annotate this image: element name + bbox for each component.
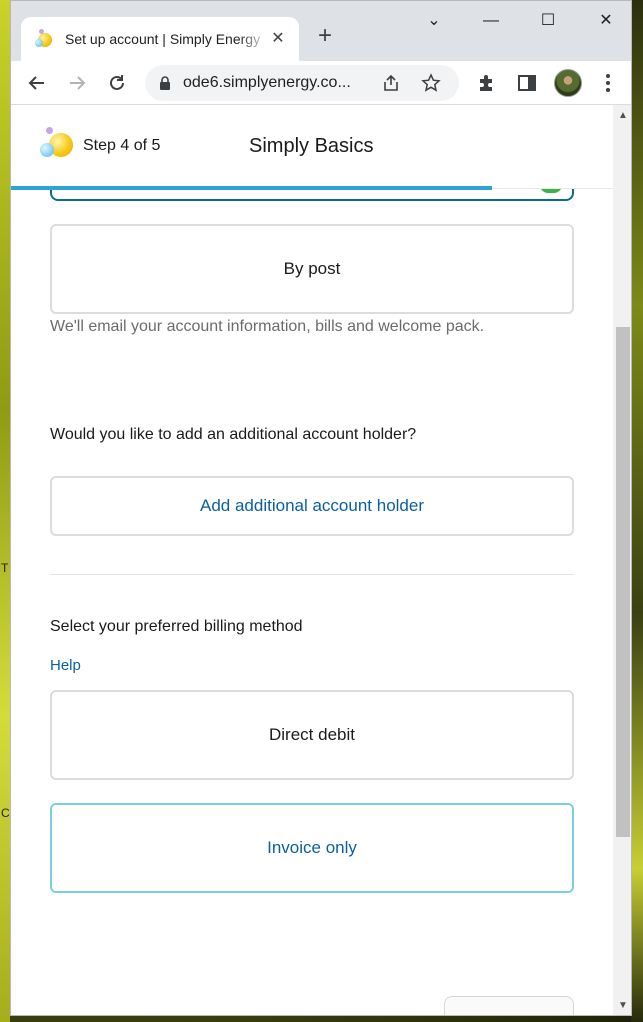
simply-energy-favicon-icon bbox=[35, 29, 55, 49]
direct-debit-option[interactable]: Direct debit bbox=[50, 690, 574, 780]
arrow-left-icon bbox=[28, 76, 44, 90]
scroll-down-icon[interactable]: ▼ bbox=[613, 997, 631, 1015]
page-viewport: By post We'll email your account informa… bbox=[11, 105, 613, 1015]
account-holder-question: Would you like to add an additional acco… bbox=[50, 426, 417, 443]
reload-button[interactable] bbox=[104, 70, 130, 96]
desktop-edge-text: C bbox=[1, 806, 10, 820]
forward-button[interactable] bbox=[64, 70, 90, 96]
step-indicator: Step 4 of 5 bbox=[83, 137, 161, 154]
app-header: Step 4 of 5 Simply Basics bbox=[11, 105, 613, 190]
plan-title: Simply Basics bbox=[249, 135, 374, 157]
browser-window: Set up account | Simply Energy ✕ + ⌄ — ☐… bbox=[10, 0, 632, 1016]
browser-toolbar: ode6.simplyenergy.co... bbox=[11, 61, 631, 105]
scroll-up-icon[interactable]: ▲ bbox=[613, 107, 631, 125]
minimize-button[interactable]: — bbox=[479, 9, 503, 33]
delivery-note: We'll email your account information, bi… bbox=[50, 318, 485, 335]
bookmark-star-icon[interactable] bbox=[421, 73, 441, 93]
back-button[interactable] bbox=[24, 70, 50, 96]
maximize-button[interactable]: ☐ bbox=[536, 9, 560, 33]
puzzle-icon bbox=[480, 75, 492, 91]
side-panel-icon bbox=[518, 75, 536, 91]
lock-icon bbox=[160, 76, 170, 90]
tab-close-icon[interactable]: ✕ bbox=[269, 30, 287, 48]
next-button-partial[interactable] bbox=[444, 996, 574, 1015]
add-account-holder-button[interactable]: Add additional account holder bbox=[50, 476, 574, 536]
url-text: ode6.simplyenergy.co... bbox=[183, 74, 351, 91]
new-tab-button[interactable]: + bbox=[313, 24, 337, 49]
desktop-background-left bbox=[0, 0, 10, 1022]
extensions-button[interactable] bbox=[474, 70, 500, 96]
arrow-right-icon bbox=[70, 76, 86, 90]
help-link[interactable]: Help bbox=[50, 657, 81, 674]
close-window-button[interactable]: ✕ bbox=[594, 9, 618, 33]
reload-icon bbox=[110, 75, 124, 90]
profile-avatar[interactable] bbox=[554, 69, 582, 97]
section-divider bbox=[50, 574, 574, 575]
side-panel-button[interactable] bbox=[514, 70, 540, 96]
address-bar[interactable]: ode6.simplyenergy.co... bbox=[145, 65, 459, 101]
more-vert-icon bbox=[606, 74, 610, 92]
browser-tab[interactable]: Set up account | Simply Energy ✕ bbox=[21, 17, 299, 61]
page-scrollbar[interactable]: ▲ ▼ bbox=[613, 105, 631, 1015]
invoice-only-option[interactable]: Invoice only bbox=[50, 803, 574, 893]
browser-titlebar: Set up account | Simply Energy ✕ + ⌄ — ☐… bbox=[11, 1, 631, 61]
browser-menu-button[interactable] bbox=[595, 70, 621, 96]
desktop-edge-text: T bbox=[1, 561, 9, 575]
by-post-option[interactable]: By post bbox=[50, 224, 574, 314]
scroll-thumb[interactable] bbox=[616, 327, 630, 837]
billing-method-question: Select your preferred billing method bbox=[50, 618, 303, 635]
desktop-background-right bbox=[631, 0, 643, 1022]
progress-bar bbox=[11, 186, 492, 190]
tab-search-icon[interactable]: ⌄ bbox=[422, 9, 446, 33]
tab-title: Set up account | Simply Energy bbox=[65, 31, 261, 47]
share-icon[interactable] bbox=[381, 73, 401, 93]
simply-energy-logo bbox=[39, 125, 75, 161]
